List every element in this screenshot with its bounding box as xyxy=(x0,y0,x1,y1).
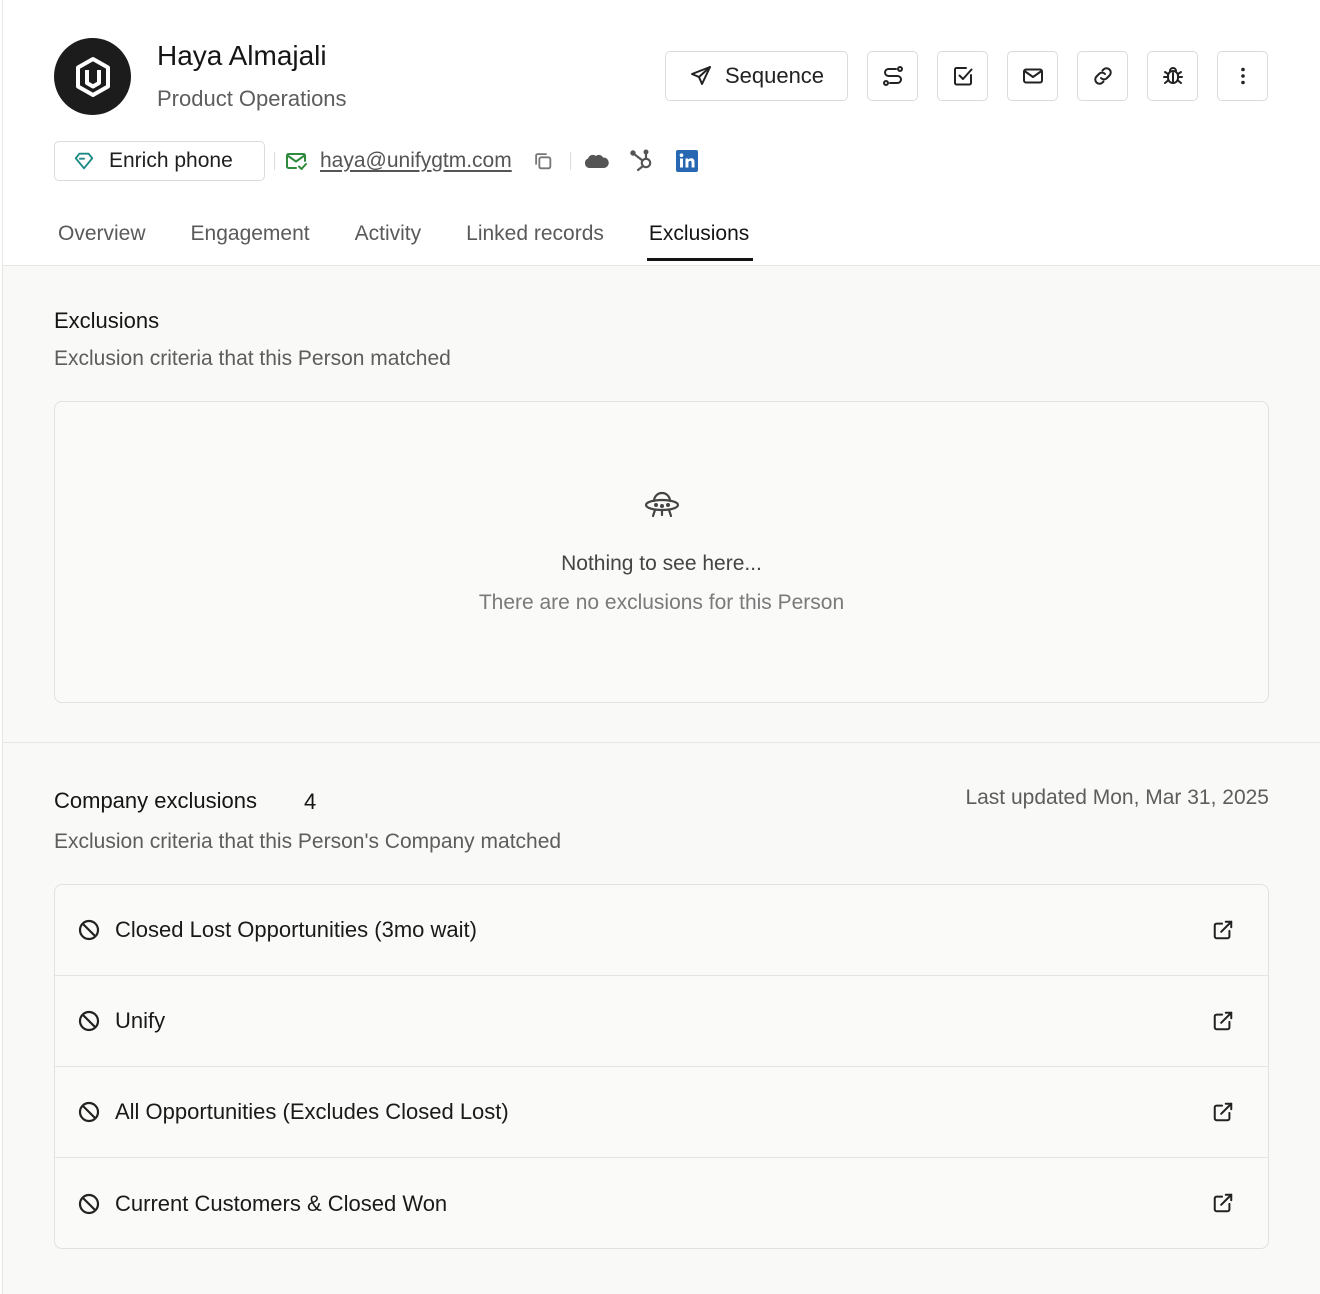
external-link-icon[interactable] xyxy=(1212,1192,1234,1214)
tab-overview[interactable]: Overview xyxy=(58,212,146,260)
person-header: Haya Almajali Product Operations Sequenc… xyxy=(3,0,1320,266)
linkedin-icon[interactable] xyxy=(675,149,699,173)
exclusions-title: Exclusions xyxy=(54,308,160,333)
verified-mail-icon xyxy=(286,153,307,170)
exclusion-label: Unify xyxy=(115,1008,166,1033)
empty-state-subtitle: There are no exclusions for this Person xyxy=(478,591,845,614)
company-exclusions-count: 4 xyxy=(304,789,317,814)
person-panel: Haya Almajali Product Operations Sequenc… xyxy=(2,0,1320,1294)
route-icon xyxy=(882,66,903,86)
empty-state-title: Nothing to see here... xyxy=(561,552,762,575)
sequence-button-label: Sequence xyxy=(724,63,825,88)
list-item[interactable]: Unify xyxy=(55,976,1268,1067)
crm-links xyxy=(583,148,699,174)
copy-link-button[interactable] xyxy=(1077,51,1128,101)
email-group: haya@unifygtm.com xyxy=(284,149,512,173)
external-link-icon[interactable] xyxy=(1212,919,1234,941)
external-link-icon[interactable] xyxy=(1212,1010,1234,1032)
ban-icon xyxy=(78,919,100,941)
email-link[interactable]: haya@unifygtm.com xyxy=(320,149,512,173)
tab-linked-records[interactable]: Linked records xyxy=(466,212,604,260)
contact-row: Enrich phone haya@unifygtm.com xyxy=(54,141,699,181)
task-button[interactable] xyxy=(937,51,988,101)
enrich-phone-label: Enrich phone xyxy=(109,149,233,172)
tab-bar: Overview Engagement Activity Linked reco… xyxy=(58,212,794,261)
enrich-phone-button[interactable]: Enrich phone xyxy=(54,141,265,181)
email-button[interactable] xyxy=(1007,51,1058,101)
debug-button[interactable] xyxy=(1147,51,1198,101)
list-item[interactable]: All Opportunities (Excludes Closed Lost) xyxy=(55,1067,1268,1158)
divider xyxy=(569,152,571,170)
ban-icon xyxy=(78,1010,100,1032)
person-name: Haya Almajali xyxy=(157,40,327,71)
company-exclusions-subtitle: Exclusion criteria that this Person's Co… xyxy=(54,830,562,853)
empty-state: Nothing to see here... There are no excl… xyxy=(54,401,1269,703)
unify-logo-icon xyxy=(75,56,110,97)
ufo-icon xyxy=(644,491,680,518)
exclusion-label: Closed Lost Opportunities (3mo wait) xyxy=(115,917,477,942)
more-vertical-icon xyxy=(1240,67,1245,85)
copy-icon[interactable] xyxy=(532,150,554,172)
list-item[interactable]: Closed Lost Opportunities (3mo wait) xyxy=(55,885,1268,976)
route-button[interactable] xyxy=(867,51,918,101)
exclusion-label: All Opportunities (Excludes Closed Lost) xyxy=(115,1099,509,1124)
hubspot-icon[interactable] xyxy=(629,148,655,174)
ban-icon xyxy=(78,1101,100,1123)
tab-engagement[interactable]: Engagement xyxy=(191,212,310,260)
person-role: Product Operations xyxy=(157,86,347,111)
exclusions-subtitle: Exclusion criteria that this Person matc… xyxy=(54,347,451,370)
company-exclusions-section: Company exclusions 4 Last updated Mon, M… xyxy=(3,743,1320,1294)
bug-icon xyxy=(1162,67,1183,84)
avatar xyxy=(54,38,131,115)
ban-icon xyxy=(78,1193,100,1214)
last-updated: Last updated Mon, Mar 31, 2025 xyxy=(965,786,1269,809)
tab-activity[interactable]: Activity xyxy=(355,212,422,260)
list-item[interactable]: Current Customers & Closed Won xyxy=(55,1158,1268,1248)
send-icon xyxy=(690,66,711,85)
divider xyxy=(274,152,275,170)
external-link-icon[interactable] xyxy=(1212,1101,1234,1123)
company-exclusions-title: Company exclusions xyxy=(54,788,257,813)
link-icon xyxy=(1093,67,1112,85)
mail-icon xyxy=(1022,68,1043,84)
sequence-button[interactable]: Sequence xyxy=(665,51,848,101)
task-check-icon xyxy=(953,67,972,86)
diamond-icon xyxy=(74,152,94,170)
salesforce-cloud-icon[interactable] xyxy=(583,151,609,171)
company-exclusions-list: Closed Lost Opportunities (3mo wait) Uni… xyxy=(54,884,1269,1249)
action-toolbar: Sequence xyxy=(665,51,1268,101)
exclusions-section: Exclusions Exclusion criteria that this … xyxy=(3,266,1320,743)
tab-exclusions[interactable]: Exclusions xyxy=(646,212,754,261)
more-button[interactable] xyxy=(1217,51,1268,101)
exclusion-label: Current Customers & Closed Won xyxy=(115,1190,448,1216)
